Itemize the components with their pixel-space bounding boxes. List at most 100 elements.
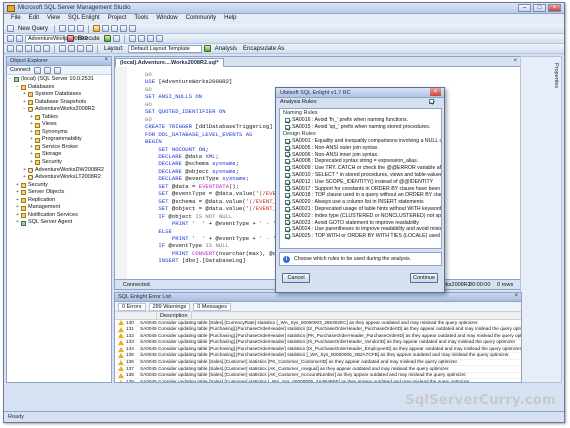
tree-node[interactable]: + Security [9, 159, 109, 167]
menu-item[interactable]: Window [152, 14, 181, 24]
format-icon[interactable] [59, 45, 66, 52]
tree-node[interactable]: + Replication [9, 197, 109, 205]
analysis-button[interactable]: Analysis [213, 46, 239, 52]
menu-item[interactable]: View [43, 14, 64, 24]
rule-checkbox[interactable] [285, 227, 290, 233]
debug-icon[interactable] [103, 35, 111, 42]
properties-tab[interactable]: Properties [553, 63, 559, 88]
tree-node[interactable]: + Management [9, 204, 109, 212]
rule-item[interactable]: SA0017 : Support for constants in ORDER … [283, 186, 441, 193]
rule-checkbox[interactable] [285, 159, 290, 165]
tree-node[interactable]: + Storage [9, 151, 109, 159]
close-icon[interactable]: × [104, 57, 108, 63]
script-icon[interactable] [86, 45, 93, 52]
messages-tab[interactable]: 0 Messages [193, 302, 231, 311]
close-icon[interactable]: × [514, 293, 518, 299]
rule-item[interactable]: SA0023 : Avoid GOTO statement to improve… [283, 220, 438, 227]
change-connection-icon[interactable] [16, 35, 23, 42]
continue-button[interactable]: Continue [410, 273, 438, 283]
indent-icon[interactable] [155, 35, 163, 42]
rule-checkbox[interactable] [285, 145, 290, 151]
undo-icon[interactable] [34, 45, 41, 52]
properties-icon[interactable] [102, 25, 110, 32]
rule-checkbox[interactable] [285, 152, 290, 158]
tree-node[interactable]: − AdventureWorks2008R2 [9, 106, 109, 114]
template-explorer-icon[interactable] [120, 25, 128, 32]
editor-tab[interactable]: (local).Adventure....Works2008R2.sql* [115, 58, 224, 67]
rename-icon[interactable] [77, 45, 84, 52]
tree-node[interactable]: + Notification Services [9, 212, 109, 220]
execute-button[interactable]: Execute [76, 36, 102, 42]
filter-icon[interactable] [43, 66, 51, 74]
rule-checkbox[interactable] [285, 118, 290, 124]
cut-icon[interactable] [7, 45, 14, 52]
close-tab-icon[interactable]: × [513, 58, 517, 64]
refactor-icon[interactable] [68, 45, 75, 52]
rule-checkbox[interactable] [285, 172, 290, 178]
tree-node[interactable]: + AdventureWorksDW2008R2 [9, 167, 109, 175]
warnings-tab[interactable]: 289 Warnings [148, 302, 191, 311]
tree-node[interactable]: − Databases [9, 84, 109, 92]
connect-icon[interactable] [7, 35, 14, 42]
rule-checkbox[interactable] [285, 138, 290, 144]
comment-icon[interactable] [146, 35, 154, 42]
rule-item[interactable]: SA0008 : Deprecated syntax string = expr… [283, 158, 438, 165]
execute-icon[interactable] [67, 35, 74, 42]
menu-item[interactable]: Project [104, 14, 131, 24]
rules-list[interactable]: Naming Rules SA0016 : Avoid 'fn_' prefix … [279, 108, 442, 249]
menu-item[interactable]: SQL Enlight [64, 14, 104, 24]
toolbox-icon[interactable] [129, 25, 137, 32]
parse-icon[interactable] [112, 35, 120, 42]
menu-item[interactable]: Community [182, 14, 220, 24]
redo-icon[interactable] [43, 45, 50, 52]
tree-node[interactable]: + Tables [9, 114, 109, 122]
database-dropdown[interactable]: AdventureWorks2008R2 [25, 34, 88, 43]
tree-node[interactable]: + Programmability [9, 136, 109, 144]
rule-item[interactable]: SA0010 : SELECT * in stored procedures, … [283, 172, 441, 179]
tree-node[interactable]: + Synonyms [9, 129, 109, 137]
encapsulate-button[interactable]: Encapsulate As [241, 46, 286, 52]
layout-dropdown[interactable]: Default Layout Template [127, 44, 202, 53]
rule-item[interactable]: SA0006 : Non-ANSI inner join syntax. [283, 152, 438, 159]
results-to-grid-icon[interactable] [137, 35, 145, 42]
tree-node[interactable]: + AdventureWorksLT2008R2 [9, 174, 109, 182]
rule-checkbox[interactable] [285, 166, 290, 172]
copy-icon[interactable] [16, 45, 23, 52]
rule-checkbox[interactable] [285, 193, 290, 199]
rule-item[interactable]: SA0016 : Avoid 'fn_' prefix when naming … [283, 117, 438, 124]
solution-explorer-icon[interactable] [93, 25, 101, 32]
maximize-button[interactable]: □ [533, 4, 546, 12]
rule-item[interactable]: SA0005 : Non-ANSI outer join syntax. [283, 145, 438, 152]
menu-item[interactable]: Help [220, 14, 240, 24]
error-row[interactable]: 139 SA0045 Consider updating table [Sales]… [115, 379, 521, 382]
cancel-button[interactable]: Cancel [282, 273, 310, 283]
rule-item[interactable]: SA0020 : Always use a column list in INS… [283, 199, 438, 206]
dialog-close-button[interactable]: × [430, 88, 441, 96]
paste-icon[interactable] [25, 45, 32, 52]
rule-checkbox[interactable] [285, 220, 290, 226]
rule-checkbox[interactable] [285, 124, 290, 130]
tree-node[interactable]: − (local) (SQL Server 10.0.2531 [9, 76, 109, 84]
tree-node[interactable]: + Service Broker [9, 144, 109, 152]
tree-node[interactable]: + Database Snapshots [9, 99, 109, 107]
rule-checkbox[interactable] [285, 234, 290, 240]
minimize-button[interactable]: – [518, 4, 531, 12]
rule-item[interactable]: SA0015 : Avoid 'sp_' prefix when naming … [283, 124, 438, 131]
rule-item[interactable]: SA0022 : Index type (CLUSTERED or NONCLU… [283, 213, 441, 220]
rule-item[interactable]: SA0012 : Use SCOPE_IDENTITY() instead of… [283, 179, 438, 186]
menu-item[interactable]: Edit [25, 14, 43, 24]
display-plan-icon[interactable] [128, 35, 136, 42]
rule-item[interactable]: SA0009 : Use TRY..CATCH or check the @@E… [283, 165, 441, 172]
rule-item[interactable]: SA0001 : Equality and inequality compari… [283, 138, 441, 145]
tree-node[interactable]: + SQL Server Agent [9, 219, 109, 227]
col-description[interactable]: Description [157, 312, 192, 319]
close-button[interactable]: × [548, 4, 561, 12]
rule-checkbox[interactable] [285, 206, 290, 212]
rule-checkbox[interactable] [285, 186, 290, 192]
open-file-icon[interactable] [59, 25, 67, 32]
tree-node[interactable]: + Server Objects [9, 189, 109, 197]
properties-sidebar[interactable]: Properties [520, 56, 562, 383]
analysis-icon[interactable] [203, 45, 211, 52]
rule-checkbox[interactable] [285, 213, 290, 219]
new-query-icon[interactable] [7, 25, 14, 32]
